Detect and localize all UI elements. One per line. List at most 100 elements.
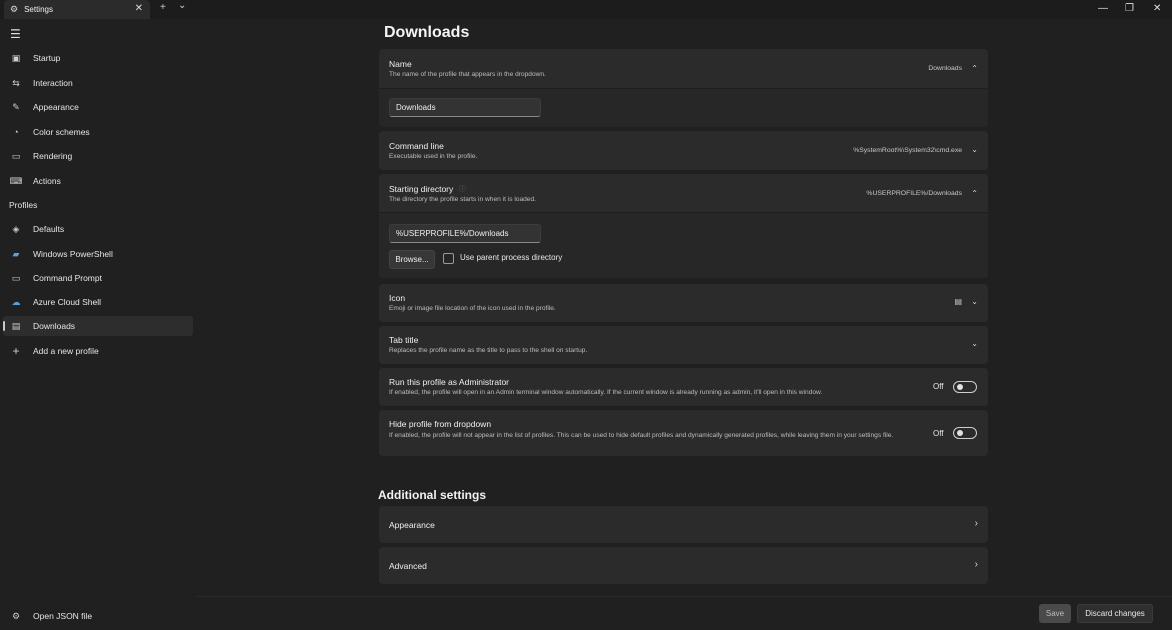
gear-icon: ⚙	[10, 4, 19, 14]
bottom-action-bar	[197, 596, 1172, 630]
minimize-button[interactable]: —	[1098, 3, 1108, 14]
chevron-down-icon[interactable]: ⌄	[971, 145, 978, 154]
interaction-icon: ⇆	[12, 77, 20, 88]
nav-label: Color schemes	[33, 127, 90, 137]
startup-icon: ▣	[11, 52, 21, 63]
nav-label: Defaults	[33, 224, 65, 234]
nav-profile-command-prompt[interactable]: ▭ Command Prompt	[3, 268, 193, 288]
new-tab-button[interactable]: +	[160, 2, 166, 13]
palette-icon: ◔	[13, 127, 19, 137]
toggle-state-label: Off	[933, 429, 944, 438]
nav-startup[interactable]: ▣ Startup	[3, 48, 193, 68]
starting-directory-input[interactable]: %USERPROFILE%/Downloads	[389, 224, 541, 243]
name-setting: Name The name of the profile that appear…	[379, 49, 988, 127]
chevron-up-icon[interactable]: ⌃	[971, 64, 978, 73]
nav-label: Appearance	[33, 102, 79, 112]
advanced-label: Advanced	[389, 561, 427, 571]
chevron-right-icon: ›	[974, 518, 978, 529]
gear-icon: ⚙	[11, 610, 21, 621]
run-as-admin-desc: If enabled, the profile will open in an …	[389, 389, 823, 396]
profile-icon: ▤	[954, 297, 962, 306]
icon-setting[interactable]: Icon Emoji or image file location of the…	[379, 284, 988, 322]
nav-rendering[interactable]: ▭ Rendering	[3, 146, 193, 166]
page-title: Downloads	[384, 24, 470, 41]
nav-label: Add a new profile	[33, 346, 99, 356]
icon-label: Icon	[389, 293, 406, 303]
nav-appearance[interactable]: ✎ Appearance	[3, 97, 193, 117]
open-json-button[interactable]: ⚙ Open JSON file	[3, 606, 193, 626]
nav-color-schemes[interactable]: ◔ Color schemes	[3, 122, 193, 142]
starting-directory-value: %USERPROFILE%/Downloads	[866, 190, 962, 197]
chevron-up-icon[interactable]: ⌃	[971, 189, 978, 198]
close-tab-icon[interactable]: ✕	[135, 3, 143, 14]
discard-changes-button[interactable]: Discard changes	[1077, 604, 1153, 623]
profiles-heading: Profiles	[9, 200, 38, 210]
additional-settings-heading: Additional settings	[378, 488, 486, 502]
tab-title-setting[interactable]: Tab title Replaces the profile name as t…	[379, 326, 988, 364]
nav-profile-powershell[interactable]: ▰ Windows PowerShell	[3, 244, 193, 264]
nav-label: Actions	[33, 176, 61, 186]
hide-profile-desc: If enabled, the profile will not appear …	[389, 432, 894, 439]
name-label: Name	[389, 59, 412, 69]
name-value: Downloads	[928, 65, 962, 72]
nav-profile-azure[interactable]: ☁ Azure Cloud Shell	[3, 292, 193, 312]
nav-label: Interaction	[33, 78, 73, 88]
command-line-value: %SystemRoot%\System32\cmd.exe	[853, 147, 962, 154]
icon-desc: Emoji or image file location of the icon…	[389, 305, 556, 312]
pen-icon: ✎	[12, 101, 20, 112]
chevron-right-icon: ›	[974, 559, 978, 570]
hide-profile-toggle[interactable]	[953, 427, 977, 439]
tab-title-label: Tab title	[389, 335, 419, 345]
name-input[interactable]: Downloads	[389, 98, 541, 117]
chevron-down-icon[interactable]: ⌄	[971, 297, 978, 306]
cloud-icon: ☁	[11, 296, 21, 307]
name-expanded: Downloads	[379, 88, 988, 127]
toggle-state-label: Off	[933, 382, 944, 391]
title-bar: ⚙ Settings ✕ + ⌄ — ❐ ✕	[0, 0, 1172, 19]
chevron-down-icon[interactable]: ⌄	[971, 339, 978, 348]
nav-label: Command Prompt	[33, 273, 102, 283]
close-window-button[interactable]: ✕	[1153, 3, 1161, 14]
run-as-admin-label: Run this profile as Administrator	[389, 377, 509, 387]
tab-dropdown-button[interactable]: ⌄	[178, 0, 186, 11]
nav-interaction[interactable]: ⇆ Interaction	[3, 73, 193, 93]
starting-directory-header[interactable]: Starting directory ⓘ The directory the p…	[379, 174, 988, 212]
name-desc: The name of the profile that appears in …	[389, 71, 546, 78]
run-as-admin-toggle[interactable]	[953, 381, 977, 393]
nav-profile-downloads[interactable]: ▤ Downloads	[3, 316, 193, 336]
hamburger-menu-icon[interactable]: ☰	[10, 27, 21, 41]
nav-label: Startup	[33, 53, 61, 63]
starting-directory-label: Starting directory	[389, 184, 454, 194]
tab-title-desc: Replaces the profile name as the title t…	[389, 347, 588, 354]
sidebar: ☰ ▣ Startup ⇆ Interaction ✎ Appearance ◔…	[0, 19, 197, 630]
nav-label: Downloads	[33, 321, 76, 331]
command-line-setting[interactable]: Command line Executable used in the prof…	[379, 131, 988, 170]
hide-profile-label: Hide profile from dropdown	[389, 419, 492, 429]
appearance-label: Appearance	[389, 520, 435, 530]
nav-actions[interactable]: ⌨ Actions	[3, 171, 193, 191]
command-line-label: Command line	[389, 141, 444, 151]
hide-profile-setting: Hide profile from dropdown If enabled, t…	[379, 410, 988, 456]
starting-directory-desc: The directory the profile starts in when…	[389, 196, 536, 203]
plus-icon: +	[12, 344, 20, 358]
advanced-link[interactable]: Advanced ›	[379, 547, 988, 584]
nav-label: Azure Cloud Shell	[33, 297, 102, 307]
cmd-icon: ▭	[11, 272, 21, 283]
monitor-icon: ▭	[11, 150, 21, 161]
browse-button[interactable]: Browse...	[389, 250, 435, 269]
command-line-desc: Executable used in the profile.	[389, 153, 478, 160]
layers-icon: ◈	[12, 223, 20, 234]
parent-directory-checkbox[interactable]	[443, 253, 454, 264]
nav-label: Rendering	[33, 151, 73, 161]
starting-directory-setting: Starting directory ⓘ The directory the p…	[379, 174, 988, 278]
save-button[interactable]: Save	[1039, 604, 1071, 623]
nav-profile-defaults[interactable]: ◈ Defaults	[3, 219, 193, 239]
run-as-admin-setting: Run this profile as Administrator If ena…	[379, 368, 988, 406]
tab-title: Settings	[24, 5, 53, 14]
settings-tab[interactable]: ⚙ Settings ✕	[4, 0, 150, 19]
name-header[interactable]: Name The name of the profile that appear…	[379, 49, 988, 88]
nav-add-profile[interactable]: + Add a new profile	[3, 341, 193, 361]
appearance-link[interactable]: Appearance ›	[379, 506, 988, 543]
profile-icon: ▤	[11, 320, 21, 331]
restore-button[interactable]: ❐	[1125, 3, 1134, 14]
